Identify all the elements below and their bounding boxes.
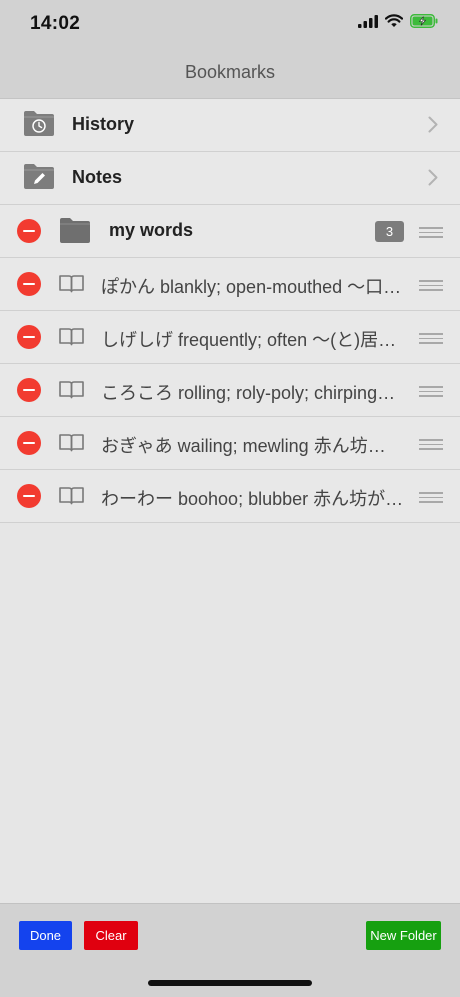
delete-button[interactable] bbox=[17, 378, 41, 402]
book-icon bbox=[59, 275, 84, 293]
history-label: History bbox=[72, 114, 135, 134]
bookmark-entry-row[interactable]: おぎゃあ wailing; mewling 赤ん坊… bbox=[0, 417, 460, 470]
home-indicator[interactable] bbox=[148, 980, 312, 986]
navigation-bar: Bookmarks bbox=[0, 50, 460, 99]
reorder-handle[interactable] bbox=[419, 333, 443, 347]
clock-folder-icon bbox=[24, 111, 54, 136]
bookmark-entry-row[interactable]: ころころ rolling; roly-poly; chirping… bbox=[0, 364, 460, 417]
battery-charging-icon bbox=[410, 14, 438, 28]
clear-button[interactable]: Clear bbox=[84, 921, 138, 950]
bookmark-entry-text: ぽかん blankly; open-mouthed 〜口… bbox=[101, 277, 402, 297]
signal-icon bbox=[358, 14, 378, 28]
folder-label: my words bbox=[109, 220, 194, 240]
delete-button[interactable] bbox=[17, 431, 41, 455]
book-icon bbox=[59, 328, 84, 346]
bookmark-entry-row[interactable]: わーわー boohoo; blubber 赤ん坊が… bbox=[0, 470, 460, 523]
status-icons bbox=[358, 14, 438, 28]
bookmark-entry-row[interactable]: ぽかん blankly; open-mouthed 〜口… bbox=[0, 258, 460, 311]
notes-label: Notes bbox=[72, 167, 123, 187]
new-folder-button[interactable]: New Folder bbox=[366, 921, 441, 950]
reorder-handle[interactable] bbox=[419, 280, 443, 294]
bookmark-entry-text: しげしげ frequently; often 〜(と)居… bbox=[101, 330, 397, 350]
bookmark-entry-text: わーわー boohoo; blubber 赤ん坊が… bbox=[101, 489, 404, 509]
delete-button[interactable] bbox=[17, 325, 41, 349]
done-button[interactable]: Done bbox=[19, 921, 72, 950]
wifi-icon bbox=[385, 14, 403, 27]
delete-button[interactable] bbox=[17, 219, 41, 243]
delete-button[interactable] bbox=[17, 484, 41, 508]
notes-folder-row[interactable]: Notes bbox=[0, 152, 460, 205]
chevron-right-icon bbox=[428, 169, 438, 186]
book-icon bbox=[59, 434, 84, 452]
my-words-folder-row[interactable]: my words 3 bbox=[0, 205, 460, 258]
book-icon bbox=[59, 381, 84, 399]
reorder-handle[interactable] bbox=[419, 439, 443, 453]
bookmark-entry-text: ころころ rolling; roly-poly; chirping… bbox=[101, 383, 396, 403]
folder-icon bbox=[60, 218, 90, 243]
count-badge: 3 bbox=[375, 221, 404, 242]
pencil-folder-icon bbox=[24, 164, 54, 189]
status-time: 14:02 bbox=[30, 13, 81, 34]
bookmarks-list: History Notes my words 3 ぽかん blankly; op… bbox=[0, 99, 460, 523]
reorder-handle[interactable] bbox=[419, 386, 443, 400]
history-folder-row[interactable]: History bbox=[0, 99, 460, 152]
page-title: Bookmarks bbox=[184, 62, 276, 82]
bookmark-entry-text: おぎゃあ wailing; mewling 赤ん坊… bbox=[101, 436, 386, 456]
bookmark-entry-row[interactable]: しげしげ frequently; often 〜(と)居… bbox=[0, 311, 460, 364]
status-bar: 14:02 bbox=[0, 0, 460, 50]
book-icon bbox=[59, 487, 84, 505]
delete-button[interactable] bbox=[17, 272, 41, 296]
chevron-right-icon bbox=[428, 116, 438, 133]
reorder-handle[interactable] bbox=[419, 492, 443, 506]
reorder-handle[interactable] bbox=[419, 227, 443, 241]
